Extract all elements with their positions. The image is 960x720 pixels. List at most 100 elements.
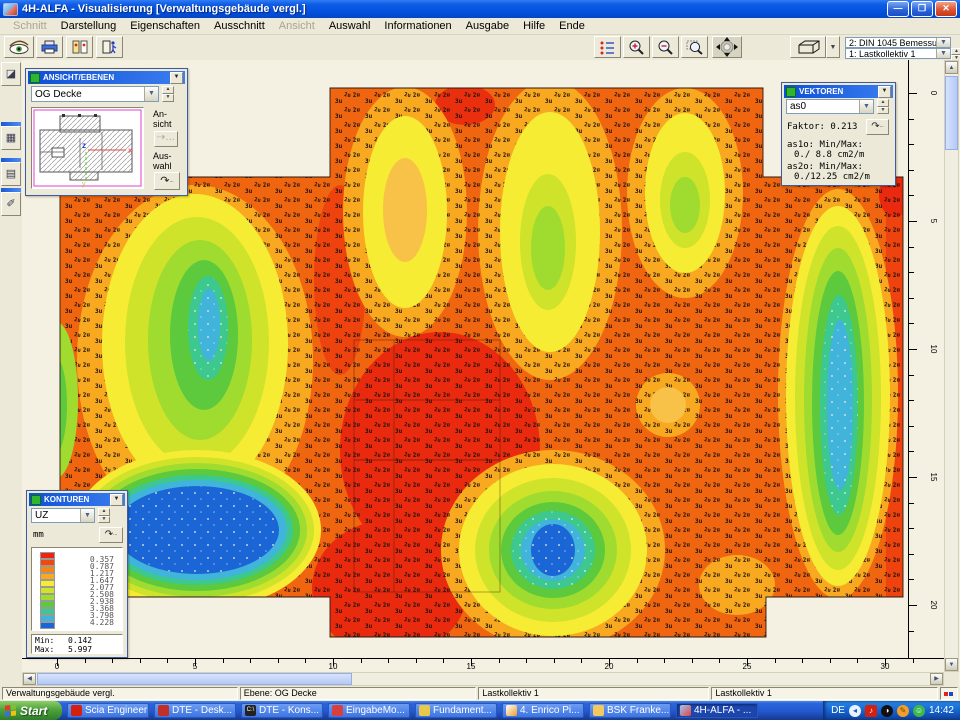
- window-titlebar[interactable]: 4H-ALFA - Visualisierung [Verwaltungsgeb…: [0, 0, 960, 18]
- plan-preview[interactable]: z x y: [31, 107, 144, 189]
- spin-up-icon[interactable]: ▲: [877, 99, 889, 107]
- task-button-3[interactable]: C:\DTE - Kons...: [241, 703, 323, 718]
- ruler-label: 25: [743, 662, 752, 671]
- menu-ausschnitt[interactable]: Ausschnitt: [207, 19, 272, 33]
- contour-type-combo[interactable]: UZ ▼: [31, 508, 95, 523]
- task-button-6[interactable]: 4. Enrico Pi...: [502, 703, 584, 718]
- menu-ende[interactable]: Ende: [552, 19, 592, 33]
- main-toolbar: ▼ 2: DIN 1045 Bemessung ▼ 1: Lastkollekt…: [0, 35, 960, 61]
- chevron-down-icon[interactable]: ▼: [144, 87, 158, 101]
- task-button-5[interactable]: Fundament...: [415, 703, 497, 718]
- chevron-down-icon[interactable]: ▼: [859, 100, 873, 113]
- task-button-4[interactable]: EingabeMo...: [328, 703, 410, 718]
- design-combo[interactable]: 2: DIN 1045 Bemessung ▼: [845, 37, 951, 48]
- ruler-tick: [909, 195, 914, 196]
- tray-pencil-icon[interactable]: ✎: [897, 705, 909, 717]
- level-spinner[interactable]: ▲▼: [162, 86, 174, 102]
- ruler-tick: [909, 221, 917, 222]
- level-combo[interactable]: OG Decke ▼: [31, 86, 159, 102]
- task-button-2[interactable]: DTE - Desk...: [154, 703, 236, 718]
- spin-down-icon[interactable]: ▼: [877, 107, 889, 115]
- start-button[interactable]: Start: [0, 701, 62, 720]
- spin-up-icon[interactable]: ▲: [98, 508, 110, 516]
- task-button-7[interactable]: BSK Franke...: [589, 703, 671, 718]
- chevron-down-icon[interactable]: ▼: [80, 509, 94, 522]
- zoom-window-button[interactable]: [681, 36, 708, 58]
- tray-app-round-icon[interactable]: ◑: [881, 705, 893, 717]
- print-button[interactable]: [36, 36, 63, 58]
- ansicht-apply-button[interactable]: ⇢…: [154, 131, 178, 147]
- min-label: Min:: [35, 636, 54, 645]
- menu-bar: SchnittDarstellungEigenschaftenAusschnit…: [0, 18, 960, 35]
- view-3d-dropdown[interactable]: ▼: [826, 36, 840, 58]
- restore-button[interactable]: ❐: [911, 1, 933, 17]
- contour-refresh-button[interactable]: ↷...: [99, 527, 123, 543]
- manual-button[interactable]: [66, 36, 93, 58]
- contour-spinner[interactable]: ▲▼: [98, 508, 110, 523]
- konturen-palette: KONTUREN ▼ UZ ▼ ▲▼ mm ↷... 0.3570.7871.2…: [26, 490, 128, 658]
- legend-swatch: [40, 601, 55, 608]
- task-button-8[interactable]: 4H-ALFA - ...: [676, 703, 758, 718]
- scroll-left-icon[interactable]: ◀: [23, 673, 36, 685]
- konturen-palette-titlebar[interactable]: KONTUREN ▼: [29, 493, 125, 506]
- view-plane-tool-button[interactable]: ◪: [1, 62, 21, 86]
- floor-plan-thumbnail: z x y: [32, 108, 143, 188]
- menu-hilfe[interactable]: Hilfe: [516, 19, 552, 33]
- vector-tool-button[interactable]: ✐: [1, 192, 21, 216]
- vector-refresh-button[interactable]: ↷...: [866, 119, 889, 135]
- exit-button[interactable]: [96, 36, 123, 58]
- zoom-out-button[interactable]: [652, 36, 679, 58]
- horizontal-scrollbar[interactable]: ◀ ▶: [22, 672, 944, 686]
- palette-collapse-icon[interactable]: ▼: [170, 72, 183, 84]
- ruler-tick: [223, 659, 224, 663]
- clock[interactable]: 14:42: [929, 705, 954, 716]
- tray-chevron-icon[interactable]: ◂: [849, 705, 861, 717]
- zoom-in-icon: [628, 39, 645, 55]
- menu-auswahl[interactable]: Auswahl: [322, 19, 378, 33]
- scroll-right-icon[interactable]: ▶: [930, 673, 943, 685]
- chevron-down-icon[interactable]: ▼: [936, 49, 950, 58]
- result-palette-button[interactable]: ▤: [1, 162, 21, 186]
- loadcase-spinner[interactable]: ▲▼: [951, 48, 960, 59]
- vertical-scrollbar[interactable]: ▲ ▼: [944, 60, 959, 672]
- palette-collapse-icon[interactable]: ▼: [110, 494, 123, 506]
- ansicht-palette-titlebar[interactable]: ANSICHT/EBENEN ▼: [28, 71, 185, 84]
- menu-eigenschaften[interactable]: Eigenschaften: [123, 19, 207, 33]
- mesh-palette-button[interactable]: ▦: [1, 126, 21, 150]
- loadcase-combo[interactable]: 1: Lastkollektiv 1 ▼: [845, 48, 951, 59]
- legend-swatch: [40, 587, 55, 594]
- svg-text:x: x: [128, 146, 133, 155]
- scroll-down-icon[interactable]: ▼: [945, 658, 958, 671]
- view-3d-button[interactable]: [790, 36, 826, 58]
- tray-messenger-icon[interactable]: ☺: [913, 705, 925, 717]
- vektoren-palette-titlebar[interactable]: VEKTOREN ▼: [784, 85, 893, 98]
- palette-collapse-icon[interactable]: ▼: [878, 86, 891, 98]
- vector-spinner[interactable]: ▲▼: [877, 99, 889, 114]
- menu-informationen[interactable]: Informationen: [377, 19, 458, 33]
- ruler-tick: [909, 247, 914, 248]
- ruler-tick: [278, 659, 279, 663]
- tray-volume-icon[interactable]: ♪: [865, 705, 877, 717]
- menu-darstellung[interactable]: Darstellung: [54, 19, 124, 33]
- task-button-1[interactable]: Scia Engineer: [67, 703, 149, 718]
- alfa-app-icon: [680, 705, 691, 716]
- view-eye-button[interactable]: [4, 36, 34, 58]
- scroll-up-icon[interactable]: ▲: [945, 61, 958, 74]
- spin-down-icon[interactable]: ▼: [98, 516, 110, 524]
- horizontal-scroll-thumb[interactable]: [37, 673, 352, 685]
- numbering-button[interactable]: [594, 36, 621, 58]
- close-button[interactable]: ✕: [935, 1, 957, 17]
- language-indicator[interactable]: DE: [831, 705, 845, 716]
- zoom-in-button[interactable]: [623, 36, 650, 58]
- spin-down-icon[interactable]: ▼: [162, 94, 174, 102]
- spin-up-icon[interactable]: ▲: [951, 48, 960, 55]
- spin-up-icon[interactable]: ▲: [162, 86, 174, 94]
- minimize-button[interactable]: —: [887, 1, 909, 17]
- menu-ausgabe[interactable]: Ausgabe: [459, 19, 516, 33]
- auswahl-button[interactable]: ↷...: [154, 172, 180, 190]
- vertical-scroll-thumb[interactable]: [945, 76, 958, 150]
- chevron-down-icon[interactable]: ▼: [936, 38, 950, 47]
- pan-button[interactable]: [712, 36, 742, 58]
- ruler-tick: [909, 375, 914, 376]
- vector-type-combo[interactable]: as0 ▼: [786, 99, 874, 114]
